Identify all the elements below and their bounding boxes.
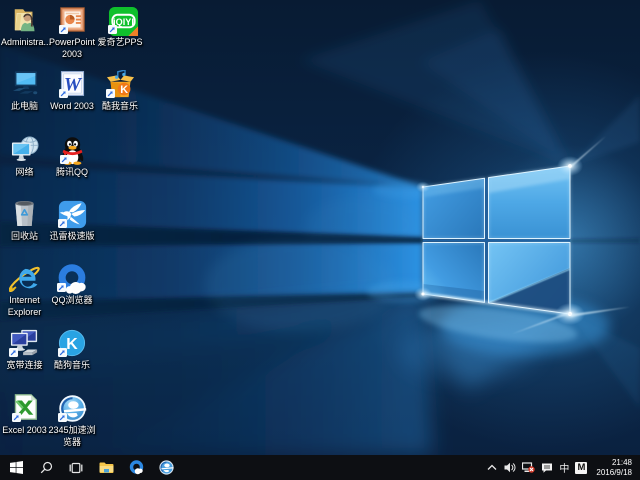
svg-text:K: K [66, 336, 78, 353]
svg-text:K: K [120, 84, 128, 96]
